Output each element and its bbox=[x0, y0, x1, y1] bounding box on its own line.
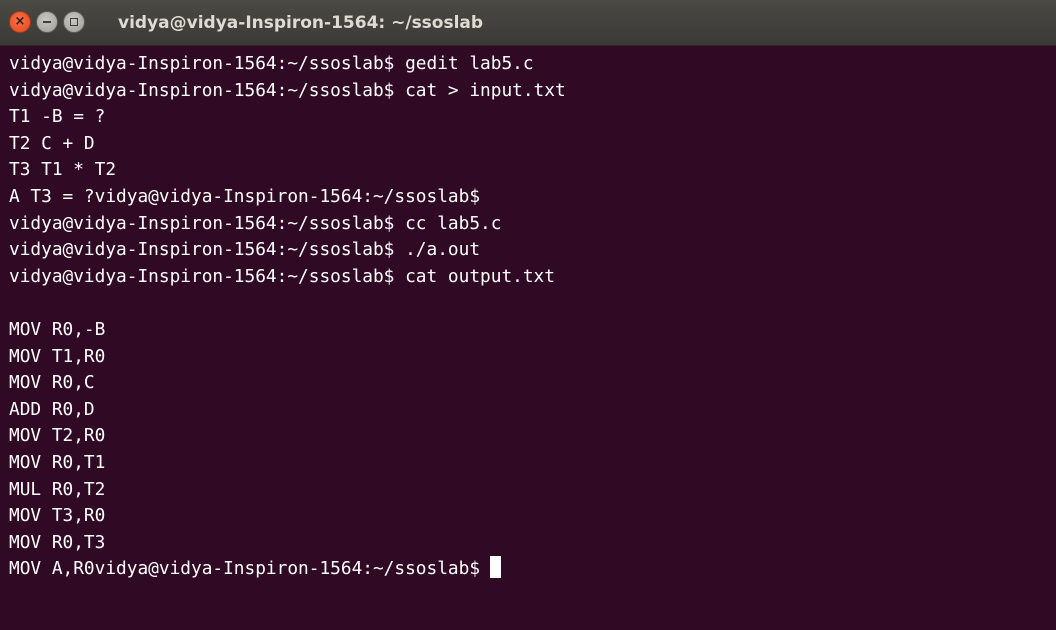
maximize-button[interactable] bbox=[63, 11, 85, 33]
minimize-button[interactable] bbox=[36, 11, 58, 33]
window-title: vidya@vidya-Inspiron-1564: ~/ssoslab bbox=[118, 13, 484, 33]
terminal-line: MOV T3,R0 bbox=[9, 505, 106, 527]
terminal-line: T3 T1 * T2 bbox=[9, 159, 117, 181]
terminal-line: MOV T2,R0 bbox=[9, 425, 106, 447]
terminal-line: vidya@vidya-Inspiron-1564:~/ssoslab$ cc … bbox=[9, 212, 502, 234]
terminal-line: MOV R0,T1 bbox=[9, 451, 106, 473]
terminal-line: MOV R0,-B bbox=[9, 318, 106, 340]
terminal-line: vidya@vidya-Inspiron-1564:~/ssoslab$ ged… bbox=[9, 53, 534, 74]
terminal-line: MOV T1,R0 bbox=[9, 345, 106, 367]
title-bar[interactable]: × vidya@vidya-Inspiron-1564: ~/ssoslab bbox=[0, 0, 1056, 46]
terminal-line: MUL R0,T2 bbox=[9, 478, 106, 500]
terminal-prompt-line[interactable]: MOV A,R0vidya@vidya-Inspiron-1564:~/ssos… bbox=[9, 556, 566, 583]
terminal-line: vidya@vidya-Inspiron-1564:~/ssoslab$ cat… bbox=[9, 265, 555, 287]
close-button[interactable]: × bbox=[9, 11, 31, 33]
terminal-window[interactable]: × vidya@vidya-Inspiron-1564: ~/ssoslab v… bbox=[0, 0, 1056, 630]
close-icon: × bbox=[14, 14, 26, 29]
terminal-line: MOV R0,T3 bbox=[9, 531, 106, 553]
terminal-line: vidya@vidya-Inspiron-1564:~/ssoslab$ ./a… bbox=[9, 239, 481, 261]
terminal-line: vidya@vidya-Inspiron-1564:~/ssoslab$ cat… bbox=[9, 79, 566, 101]
text-cursor bbox=[490, 556, 502, 579]
terminal-line: ADD R0,D bbox=[9, 398, 95, 420]
maximize-icon bbox=[70, 18, 78, 26]
terminal-line: A T3 = ?vidya@vidya-Inspiron-1564:~/ssos… bbox=[9, 185, 481, 207]
terminal-line: T1 -B = ? bbox=[9, 106, 106, 128]
terminal-output: vidya@vidya-Inspiron-1564:~/ssoslab$ ged… bbox=[9, 51, 566, 583]
minimize-icon bbox=[43, 21, 51, 23]
terminal-line: T2 C + D bbox=[9, 132, 95, 154]
terminal-area[interactable]: vidya@vidya-Inspiron-1564:~/ssoslab$ ged… bbox=[0, 46, 1056, 630]
terminal-line: MOV R0,C bbox=[9, 372, 95, 394]
terminal-prompt: MOV A,R0vidya@vidya-Inspiron-1564:~/ssos… bbox=[9, 558, 481, 580]
